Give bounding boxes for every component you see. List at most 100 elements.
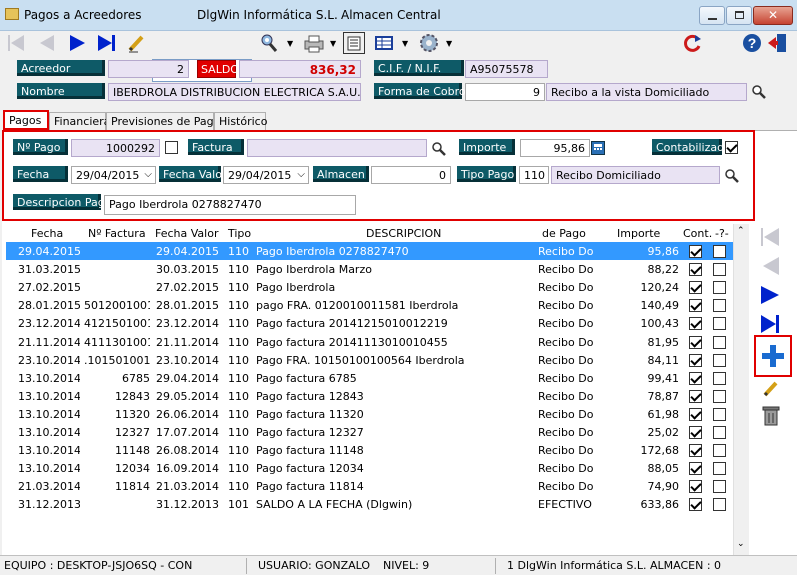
npago-field[interactable]: 1000292 [71, 139, 160, 157]
grid-first-button[interactable] [758, 226, 784, 250]
grid-view-button[interactable] [373, 32, 395, 54]
row-question-checkbox[interactable] [713, 299, 726, 313]
table-row[interactable]: 29.04.2015 29.04.2015 110 Pago Iberdrola 02… [6, 242, 735, 260]
table-row[interactable]: 28.01.2015 50120010011 28.01.2015 110 pago F… [6, 296, 735, 314]
grid-previous-button[interactable] [758, 255, 784, 279]
tipo-pago-code-field[interactable]: 110 [519, 166, 549, 184]
factura-search-button[interactable] [431, 141, 447, 160]
row-cont-checkbox[interactable] [689, 335, 702, 349]
delete-record-button[interactable] [761, 404, 783, 428]
tab-historico[interactable]: Histórico [214, 112, 267, 130]
table-row[interactable]: 27.02.2015 27.02.2015 110 Pago Iberdrola Rec… [6, 278, 735, 296]
row-question-checkbox[interactable] [713, 389, 726, 403]
row-question-checkbox[interactable] [713, 444, 726, 458]
search-user-button[interactable] [256, 32, 284, 54]
acreedor-field[interactable]: 2 [108, 60, 189, 78]
row-question-checkbox[interactable] [713, 480, 726, 494]
first-record-button[interactable] [5, 32, 27, 54]
row-question-checkbox[interactable] [713, 407, 726, 421]
col-header-de-pago[interactable]: de Pago [542, 227, 586, 240]
row-cont-checkbox[interactable] [689, 480, 702, 494]
importe-field[interactable]: 95,86 [520, 139, 590, 157]
fecha-valor-field[interactable]: 29/04/2015 ⌵ [223, 166, 309, 184]
row-cont-checkbox[interactable] [689, 317, 702, 331]
row-cont-checkbox[interactable] [689, 498, 702, 512]
row-cont-checkbox[interactable] [689, 426, 702, 439]
scroll-down-icon[interactable]: ⌄ [737, 539, 745, 549]
add-record-button[interactable] [760, 342, 786, 370]
settings-button[interactable] [416, 32, 442, 54]
row-question-checkbox[interactable] [713, 263, 726, 277]
table-row[interactable]: 13.10.2014 11148 26.08.2014 110 Pago factura… [6, 441, 735, 459]
print-button[interactable] [301, 32, 327, 54]
row-question-checkbox[interactable] [713, 317, 726, 331]
row-question-checkbox[interactable] [713, 426, 726, 439]
row-question-checkbox[interactable] [713, 462, 726, 476]
grid-scrollbar[interactable]: ⌃ ⌄ [733, 224, 749, 558]
maximize-button[interactable] [726, 6, 752, 25]
report-list-button[interactable] [343, 32, 365, 54]
refresh-button[interactable] [680, 32, 704, 54]
table-row[interactable]: 13.10.2014 11320 26.06.2014 110 Pago factura… [6, 405, 735, 423]
table-row[interactable]: 21.03.2014 11814 21.03.2014 110 Pago factura… [6, 477, 735, 495]
col-header-fecha-valor[interactable]: Fecha Valor [155, 227, 218, 240]
calculator-button[interactable] [591, 141, 605, 155]
row-cont-checkbox[interactable] [689, 371, 702, 385]
forma-cobro-code-field[interactable]: 9 [465, 83, 545, 101]
help-button[interactable]: ? [741, 32, 763, 54]
settings-chevron-down-icon[interactable]: ▼ [446, 39, 452, 48]
table-row[interactable]: 13.10.2014 12327 17.07.2014 110 Pago factura… [6, 423, 735, 441]
col-header-importe[interactable]: Importe [617, 227, 660, 240]
factura-field[interactable] [247, 139, 427, 157]
descripcion-field[interactable]: Pago Iberdrola 0278827470 [104, 195, 356, 215]
scroll-up-icon[interactable]: ⌃ [737, 226, 745, 236]
table-row[interactable]: 13.10.2014 12843 29.05.2014 110 Pago factura… [6, 387, 735, 405]
grid-chevron-down-icon[interactable]: ▼ [402, 39, 408, 48]
chevron-down-icon[interactable]: ▼ [287, 39, 293, 48]
table-row[interactable]: 21.11.2014 41113010010 21.11.2014 110 Pago f… [6, 333, 735, 351]
table-row[interactable]: 23.12.2014 41215010012 23.12.2014 110 Pago f… [6, 314, 735, 332]
minimize-button[interactable] [699, 6, 725, 25]
row-question-checkbox[interactable] [713, 335, 726, 349]
table-row[interactable]: 31.03.2015 30.03.2015 110 Pago Iberdrola Ma… [6, 260, 735, 278]
row-cont-checkbox[interactable] [689, 462, 702, 476]
row-cont-checkbox[interactable] [689, 389, 702, 403]
grid-last-button[interactable] [758, 313, 784, 335]
row-cont-checkbox[interactable] [689, 353, 702, 367]
npago-checkbox[interactable] [165, 141, 178, 154]
contabilizado-checkbox[interactable] [725, 141, 738, 154]
close-window-button[interactable]: ✕ [753, 6, 793, 25]
row-question-checkbox[interactable] [713, 371, 726, 385]
col-header-tipo[interactable]: Tipo [228, 227, 251, 240]
col-header-cont[interactable]: Cont. [683, 227, 712, 240]
table-row[interactable]: 31.12.2013 31.12.2013 101 SALDO A LA FECHA … [6, 495, 735, 513]
edit-record-button[interactable] [761, 379, 783, 399]
row-cont-checkbox[interactable] [689, 263, 702, 277]
table-row[interactable]: 13.10.2014 6785 29.04.2014 110 Pago factura … [6, 369, 735, 387]
tipo-pago-search-button[interactable] [724, 168, 740, 187]
fecha-dropdown-icon[interactable]: ⌵ [144, 169, 152, 180]
table-row[interactable]: 23.10.2014 .1015010010 23.10.2014 110 Pago F… [6, 351, 735, 369]
row-cont-checkbox[interactable] [689, 281, 702, 295]
fecha-valor-dropdown-icon[interactable]: ⌵ [297, 169, 305, 180]
previous-record-button[interactable] [35, 32, 57, 54]
forma-cobro-search-button[interactable] [751, 84, 767, 103]
print-chevron-down-icon[interactable]: ▼ [330, 39, 336, 48]
forma-cobro-desc-field[interactable]: Recibo a la vista Domiciliado [546, 83, 747, 101]
almacen-field[interactable]: 0 [371, 166, 451, 184]
row-cont-checkbox[interactable] [689, 407, 702, 421]
row-question-checkbox[interactable] [713, 245, 726, 258]
tab-pagos[interactable]: Pagos [3, 110, 49, 130]
col-header-fecha[interactable]: Fecha [31, 227, 63, 240]
fecha-field[interactable]: 29/04/2015 ⌵ [71, 166, 156, 184]
next-record-button[interactable] [66, 32, 88, 54]
last-record-button[interactable] [95, 32, 119, 54]
col-header-factura[interactable]: Nº Factura [88, 227, 146, 240]
row-question-checkbox[interactable] [713, 353, 726, 367]
col-header-question[interactable]: -?- [715, 227, 729, 240]
cif-field[interactable]: A95075578 [465, 60, 548, 78]
row-question-checkbox[interactable] [713, 281, 726, 295]
tab-financiera[interactable]: Financiera [49, 112, 110, 130]
row-cont-checkbox[interactable] [689, 299, 702, 313]
row-cont-checkbox[interactable] [689, 444, 702, 458]
